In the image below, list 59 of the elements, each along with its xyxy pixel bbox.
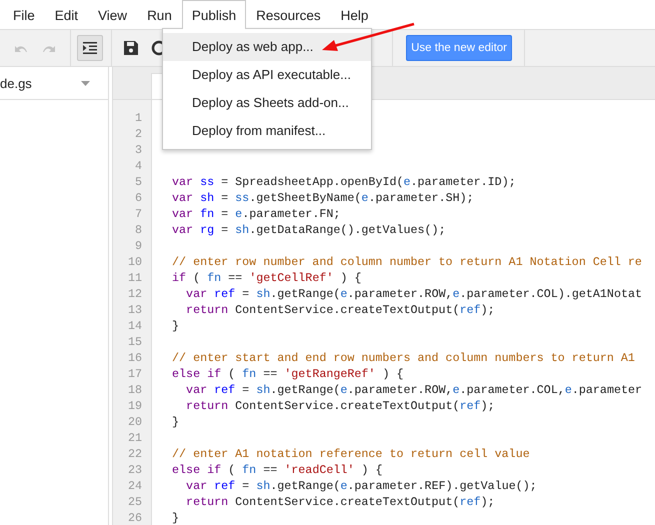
code-line: } xyxy=(171,319,180,333)
code-line: // enter row number and column number to return A1 Notation Cell re xyxy=(171,255,642,269)
code-line: var fn = e.parameter.FN; xyxy=(171,207,340,221)
line-number: 16 xyxy=(126,351,142,365)
line-number: 15 xyxy=(126,335,142,349)
code-line: // enter start and end row numbers and column numbers to return A1 xyxy=(171,351,635,365)
code-line: else if ( fn == 'readCell' ) { xyxy=(171,463,382,477)
file-name[interactable]: de.gs xyxy=(0,76,32,90)
line-number: 19 xyxy=(126,399,142,413)
caret-icon[interactable] xyxy=(81,80,90,86)
line-number: 9 xyxy=(134,239,142,253)
code-line: var ss = SpreadsheetApp.openById(e.parameter.ID); xyxy=(171,175,516,189)
line-number: 25 xyxy=(126,495,142,509)
menu-item[interactable]: Help xyxy=(330,0,378,28)
menu-item[interactable]: Edit xyxy=(44,0,88,28)
code-line: var ref = sh.getRange(e.parameter.ROW,e.parameter.COL,e.parameter xyxy=(185,383,642,397)
menu-item[interactable]: Deploy from manifest... xyxy=(163,117,371,145)
menu-item[interactable]: Deploy as web app... xyxy=(163,33,371,61)
menu-item[interactable]: Run xyxy=(137,0,182,28)
line-number: 22 xyxy=(126,447,142,461)
code-line: var sh = ss.getSheetByName(e.parameter.SH); xyxy=(171,191,474,205)
menu-item[interactable]: Resources xyxy=(246,0,331,28)
line-number: 6 xyxy=(134,191,142,205)
menu-item[interactable]: Deploy as API executable... xyxy=(163,61,371,89)
line-number: 24 xyxy=(126,479,142,493)
line-number: 17 xyxy=(126,367,142,381)
code-line: return ContentService.createTextOutput(ref); xyxy=(185,495,495,509)
line-number: 1 xyxy=(134,111,142,125)
line-number: 26 xyxy=(126,511,142,525)
code-line: else if ( fn == 'getRangeRef' ) { xyxy=(171,367,404,381)
code-line: // enter A1 notation reference to return cell value xyxy=(171,447,530,461)
line-number: 14 xyxy=(126,319,142,333)
line-number: 4 xyxy=(134,159,142,173)
line-number: 11 xyxy=(126,271,142,285)
line-number: 18 xyxy=(126,383,142,397)
line-number: 5 xyxy=(134,175,142,189)
line-number: 20 xyxy=(126,415,142,429)
line-number: 8 xyxy=(134,223,142,237)
indent-icon[interactable] xyxy=(77,35,103,61)
line-number: 12 xyxy=(126,287,142,301)
code-line: return ContentService.createTextOutput(ref); xyxy=(185,303,495,317)
code-line: return ContentService.createTextOutput(ref); xyxy=(185,399,495,413)
line-number: 3 xyxy=(134,143,142,157)
menu-item[interactable]: Deploy as Sheets add-on... xyxy=(163,89,371,117)
menu-item[interactable]: View xyxy=(88,0,138,28)
code-line: var rg = sh.getDataRange().getValues(); xyxy=(171,223,446,237)
code-line: var ref = sh.getRange(e.parameter.ROW,e.parameter.COL).getA1Notat xyxy=(185,287,642,301)
line-number: 21 xyxy=(126,431,142,445)
code-line: if ( fn == 'getCellRef' ) { xyxy=(171,271,362,285)
code-line: } xyxy=(171,415,180,429)
line-number: 7 xyxy=(134,207,142,221)
menu-item[interactable]: Publish xyxy=(182,0,246,29)
line-number: 2 xyxy=(134,127,142,141)
line-number: 10 xyxy=(126,255,142,269)
line-number: 13 xyxy=(126,303,142,317)
menu-item[interactable]: File xyxy=(3,0,45,28)
line-number: 23 xyxy=(126,463,142,477)
code-line: var ref = sh.getRange(e.parameter.REF).getValue(); xyxy=(185,479,537,493)
code-line: } xyxy=(171,511,180,525)
